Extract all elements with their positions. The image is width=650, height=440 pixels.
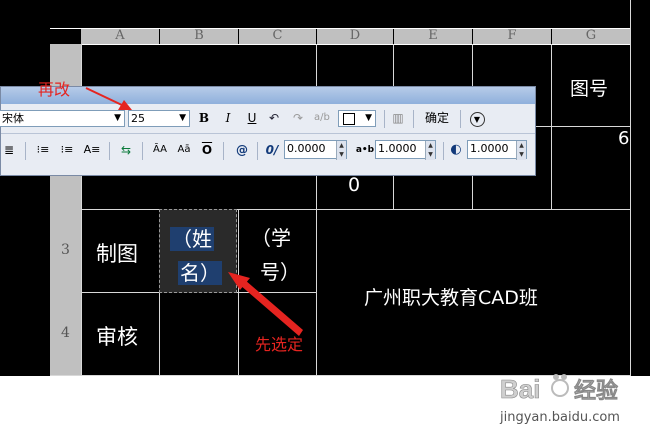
baidu-logo-icon: Bai 经验 xyxy=(500,374,619,405)
svg-text:Bai: Bai xyxy=(500,374,540,404)
watermark-url: jingyan.baidu.com xyxy=(500,410,620,425)
baidu-jingyan-watermark: Bai 经验 jingyan.baidu.com xyxy=(500,368,640,436)
svg-text:经验: 经验 xyxy=(574,378,618,404)
